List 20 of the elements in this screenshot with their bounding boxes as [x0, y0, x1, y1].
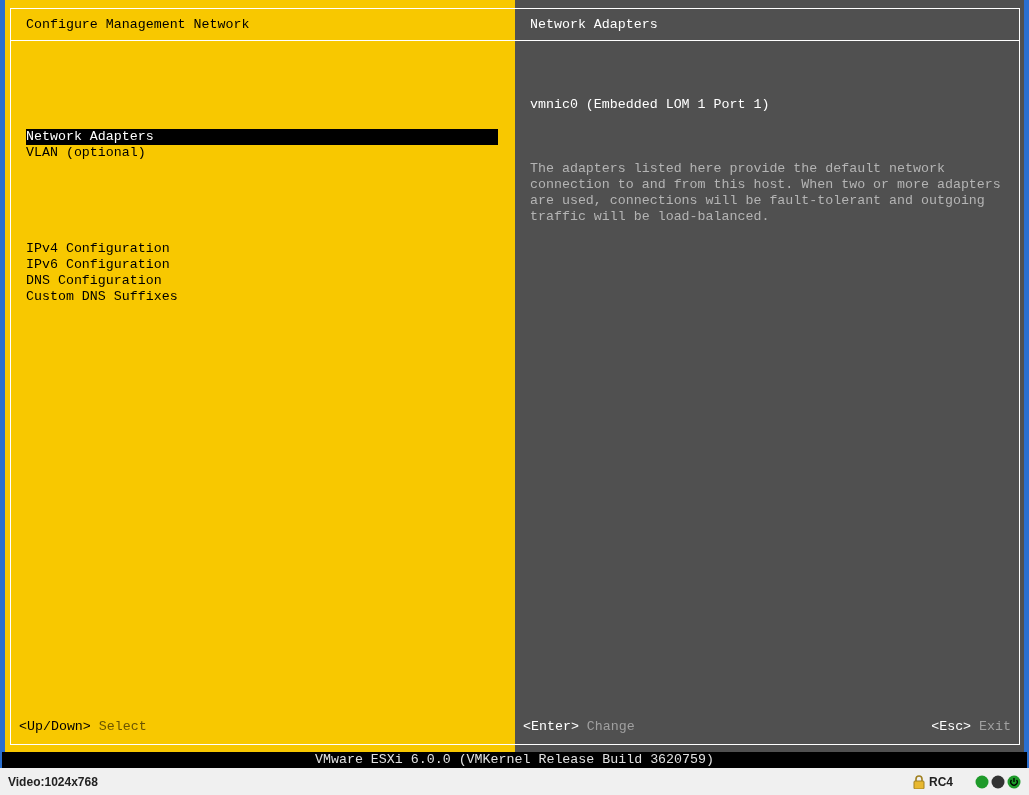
panel-title: Configure Management Network — [11, 9, 515, 41]
video-resolution: Video:1024x768 — [8, 774, 98, 789]
adapter-name: vmnic0 (Embedded LOM 1 Port 1) — [530, 97, 771, 113]
key-hint: <Up/Down> Select — [19, 719, 147, 734]
build-info-bar: VMware ESXi 6.0.0 (VMKernel Release Build 3620759) — [0, 752, 1029, 768]
menu-item[interactable]: VLAN (optional) — [26, 145, 498, 161]
panel-title: Network Adapters — [515, 9, 1019, 41]
menu-item[interactable]: Custom DNS Suffixes — [26, 289, 498, 305]
menu-item[interactable]: IPv6 Configuration — [26, 257, 498, 273]
key-hint: <Enter> Change — [523, 719, 635, 734]
menu-item[interactable]: Network Adapters — [26, 129, 498, 145]
key-hint: <Esc> Exit — [931, 719, 1011, 734]
menu-item[interactable]: DNS Configuration — [26, 273, 498, 289]
cipher-label: RC4 — [929, 774, 953, 789]
menu-item[interactable]: IPv4 Configuration — [26, 241, 498, 257]
description-text: The adapters listed here provide the default network connection to and from this host. When two or more adapters are used, connections will be fault-tolerant and outgoing traffic will be load-balanced. — [530, 161, 1002, 225]
lock-icon — [913, 774, 925, 789]
status-light-icon — [991, 774, 1005, 789]
status-light-icon — [975, 774, 989, 789]
power-icon[interactable] — [1007, 774, 1021, 789]
